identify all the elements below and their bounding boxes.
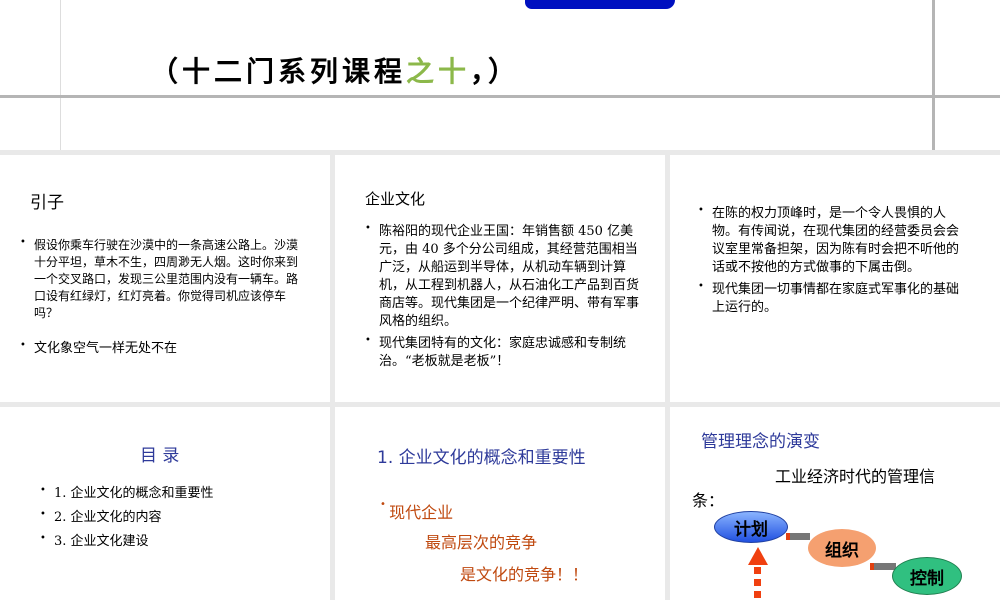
- bullet-text: 是文化的竞争！！: [460, 565, 589, 584]
- slide-thumbnail-intro[interactable]: 引子 假设你乘车行驶在沙漠中的一条高速公路上。沙漠十分平坦，草木不生，四周渺无人…: [0, 155, 330, 402]
- list-item: 现代集团一切事情都在家庭式军事化的基础上运行的。: [698, 278, 963, 317]
- slide-thumbnail-evolution[interactable]: 管理理念的演变 工业经济时代的管理信 条： 计划 组织 控制: [670, 407, 1000, 600]
- list-item: 在陈的权力顶峰时，是一个令人畏惧的人物。有传闻说，在现代集团的经营委员会会议室里…: [698, 202, 963, 277]
- slide-title: 1. 企业文化的概念和重要性: [377, 448, 586, 468]
- list-item: 陈裕阳的现代企业王国：年销售额 450 亿美元，由 40 多个分公司组成，其经营…: [365, 220, 640, 331]
- slide-subtitle: （十二门系列课程之十，）: [150, 55, 521, 88]
- bullet-text: 最高层次的竞争: [425, 533, 538, 552]
- slide-subtitle: 工业经济时代的管理信: [775, 467, 936, 486]
- slide-title: 企业文化: [365, 190, 426, 208]
- arrow-icon: [786, 533, 810, 540]
- node-organize: 组织: [808, 529, 876, 567]
- list-item: 文化象空气一样无处不在: [20, 337, 305, 358]
- list-item: 2. 企业文化的内容: [40, 506, 300, 527]
- slide-subtitle: 条：: [692, 491, 725, 510]
- list-item: 假设你乘车行驶在沙漠中的一条高速公路上。沙漠十分平坦，草木不生，四周渺无人烟。这…: [20, 234, 305, 322]
- arrow-icon: [870, 563, 896, 570]
- slide-title: 引子: [30, 193, 64, 213]
- node-control: 控制: [892, 557, 962, 595]
- slide-thumbnail-culture[interactable]: 企业文化 陈裕阳的现代企业王国：年销售额 450 亿美元，由 40 多个分公司组…: [335, 155, 665, 402]
- slide-thumbnail-hyundai[interactable]: 在陈的权力顶峰时，是一个令人畏惧的人物。有传闻说，在现代集团的经营委员会会议室里…: [670, 155, 1000, 402]
- slide-thumbnail-concept[interactable]: 1. 企业文化的概念和重要性 • 现代企业 最高层次的竞争 是文化的竞争！！: [335, 407, 665, 600]
- list-item: 现代集团特有的文化：家庭忠诚感和专制统治。“老板就是老板”！: [365, 332, 640, 371]
- current-slide[interactable]: （十二门系列课程之十，）: [0, 0, 1000, 150]
- slide-title: 管理理念的演变: [701, 432, 820, 452]
- node-plan: 计划: [714, 511, 788, 543]
- divider: [0, 95, 1000, 98]
- title-art: [525, 0, 675, 9]
- list-item: 3. 企业文化建设: [40, 530, 300, 551]
- slide-title: 目 录: [140, 446, 180, 466]
- dashed-line: [754, 567, 761, 600]
- list-item: 1. 企业文化的概念和重要性: [40, 482, 300, 503]
- divider: [60, 0, 61, 150]
- arrow-up-icon: [748, 547, 768, 565]
- bullet-text: • 现代企业: [380, 499, 454, 522]
- divider: [932, 0, 935, 150]
- slide-thumbnail-contents[interactable]: 目 录 1. 企业文化的概念和重要性 2. 企业文化的内容 3. 企业文化建设: [0, 407, 330, 600]
